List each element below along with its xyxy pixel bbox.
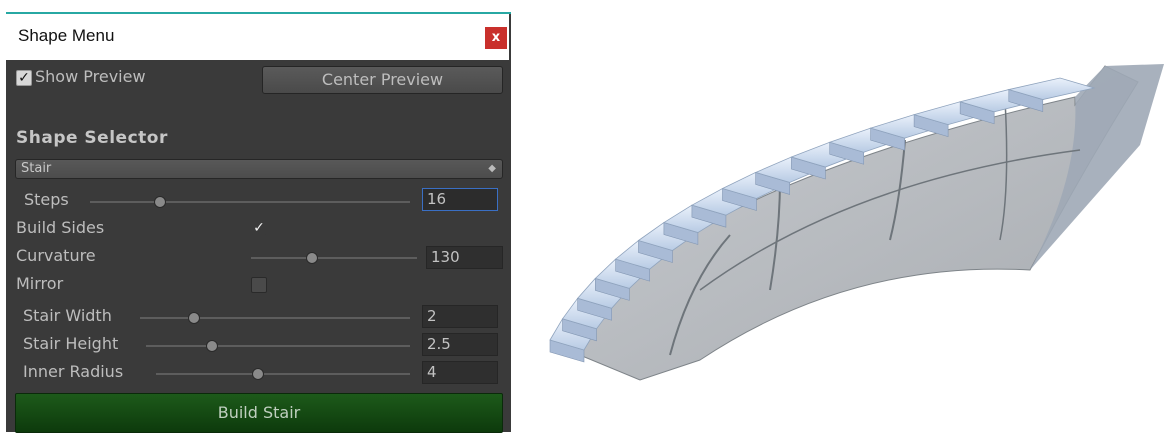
steps-label: Steps	[24, 190, 69, 209]
shape-menu-panel: ✓ Show Preview Center Preview Shape Sele…	[6, 60, 509, 433]
dropdown-arrow-icon: ◆	[488, 163, 496, 174]
shape-dropdown[interactable]: Stair ◆	[15, 159, 503, 179]
curvature-field[interactable]: 130	[426, 246, 503, 269]
curvature-label: Curvature	[16, 246, 96, 265]
build-stair-label: Build Stair	[217, 403, 301, 422]
stair-preview-image	[549, 64, 1164, 381]
inner-radius-field[interactable]: 4	[422, 361, 498, 384]
stair-width-field[interactable]: 2	[422, 305, 498, 328]
shape-dropdown-value: Stair	[21, 161, 52, 176]
shape-selector-heading: Shape Selector	[16, 128, 168, 148]
close-button[interactable]: x	[485, 27, 507, 49]
stair-model	[549, 64, 1164, 381]
stair-width-slider-track[interactable]	[140, 317, 410, 319]
stair-height-field[interactable]: 2.5	[422, 333, 498, 356]
inner-radius-slider-track[interactable]	[156, 373, 410, 375]
curvature-slider-track[interactable]	[251, 257, 417, 259]
steps-slider-track[interactable]	[90, 201, 410, 203]
show-preview-checkbox[interactable]: ✓	[16, 70, 32, 86]
build-sides-label: Build Sides	[16, 218, 105, 237]
steps-value: 16	[427, 190, 447, 208]
center-preview-label: Center Preview	[321, 70, 444, 89]
stair-height-value: 2.5	[427, 335, 451, 353]
stair-height-label: Stair Height	[23, 334, 119, 353]
curvature-slider-handle[interactable]	[306, 252, 319, 264]
stair-width-slider-handle[interactable]	[188, 312, 200, 324]
stair-height-slider-track[interactable]	[146, 345, 410, 347]
title-bar: Shape Menu x	[6, 14, 509, 60]
show-preview-label: Show Preview	[35, 67, 146, 86]
stair-width-value: 2	[427, 307, 437, 325]
inner-radius-slider-handle[interactable]	[251, 368, 264, 380]
inner-radius-label: Inner Radius	[23, 362, 124, 381]
inner-radius-value: 4	[427, 363, 437, 381]
mirror-checkbox[interactable]	[251, 277, 267, 293]
center-preview-button[interactable]: Center Preview	[262, 66, 503, 94]
shape-menu-window: Shape Menu x ✓ Show Preview Center Previ…	[6, 12, 511, 433]
build-sides-checkbox[interactable]: ✓	[251, 220, 267, 236]
window-title: Shape Menu	[18, 26, 115, 45]
curvature-value: 130	[431, 248, 460, 266]
stair-width-label: Stair Width	[23, 306, 112, 325]
mirror-label: Mirror	[16, 274, 64, 293]
steps-field[interactable]: 16	[422, 188, 498, 211]
steps-slider-handle[interactable]	[154, 196, 167, 208]
stair-height-slider-handle[interactable]	[206, 340, 218, 352]
build-stair-button[interactable]: Build Stair	[15, 393, 503, 433]
